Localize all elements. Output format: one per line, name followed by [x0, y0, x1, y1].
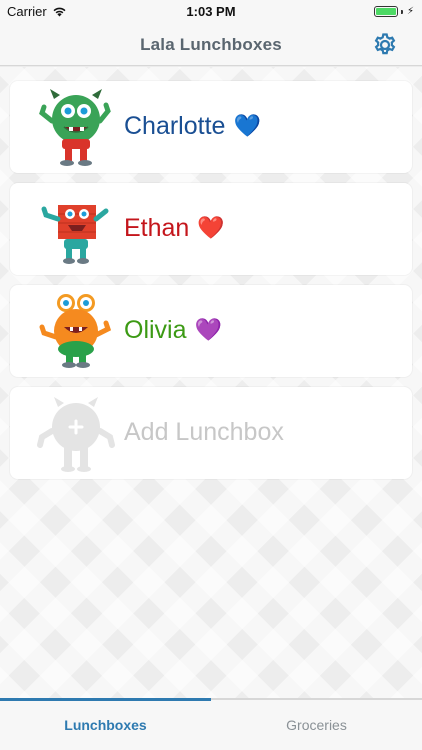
battery-icon: ⚡ — [373, 6, 414, 17]
lunchbox-list: Charlotte 💙 Ethan ❤️ Olivia 💜 Add Lunchb… — [0, 67, 422, 698]
gear-icon — [374, 33, 396, 55]
add-lunchbox-label: Add Lunchbox — [124, 418, 284, 446]
green-monster-icon — [39, 89, 111, 166]
add-lunchbox-label-row: Add Lunchbox — [124, 416, 284, 448]
lunchbox-name: Olivia — [124, 316, 187, 344]
lunchbox-name-row: Olivia 💜 — [124, 314, 222, 346]
add-lunchbox-button[interactable]: Add Lunchbox — [10, 387, 412, 479]
page-title: Lala Lunchboxes — [140, 35, 282, 54]
lunchbox-name: Charlotte — [124, 112, 226, 140]
orange-monster-icon — [39, 294, 112, 368]
tab-groceries[interactable]: Groceries — [211, 717, 422, 733]
purple-heart-icon: 💜 — [194, 317, 222, 342]
navigation-bar: Lala Lunchboxes — [0, 24, 422, 66]
red-square-monster-icon — [41, 205, 109, 264]
status-bar: Carrier 1:03 PM ⚡ — [0, 0, 422, 24]
tab-lunchboxes[interactable]: Lunchboxes — [0, 717, 211, 733]
tab-bar: Lunchboxes Groceries — [0, 698, 422, 750]
lunchbox-card-ethan[interactable]: Ethan ❤️ — [10, 183, 412, 275]
settings-button[interactable] — [372, 32, 398, 58]
tab-active-indicator — [0, 698, 211, 701]
blue-heart-icon: 💙 — [233, 113, 261, 138]
lunchbox-card-olivia[interactable]: Olivia 💜 — [10, 285, 412, 377]
lunchbox-card-charlotte[interactable]: Charlotte 💙 — [10, 81, 412, 173]
app-screen: Carrier 1:03 PM ⚡ Lala Lunchboxes Charlo… — [0, 0, 422, 750]
lunchbox-name-row: Charlotte 💙 — [124, 110, 261, 142]
charging-bolt-icon: ⚡ — [406, 6, 414, 17]
placeholder-monster-icon — [37, 397, 115, 472]
lunchbox-name: Ethan — [124, 214, 190, 242]
lunchbox-name-row: Ethan ❤️ — [124, 212, 225, 244]
tab-divider — [211, 698, 422, 700]
status-time: 1:03 PM — [186, 4, 236, 19]
red-heart-icon: ❤️ — [197, 215, 225, 240]
